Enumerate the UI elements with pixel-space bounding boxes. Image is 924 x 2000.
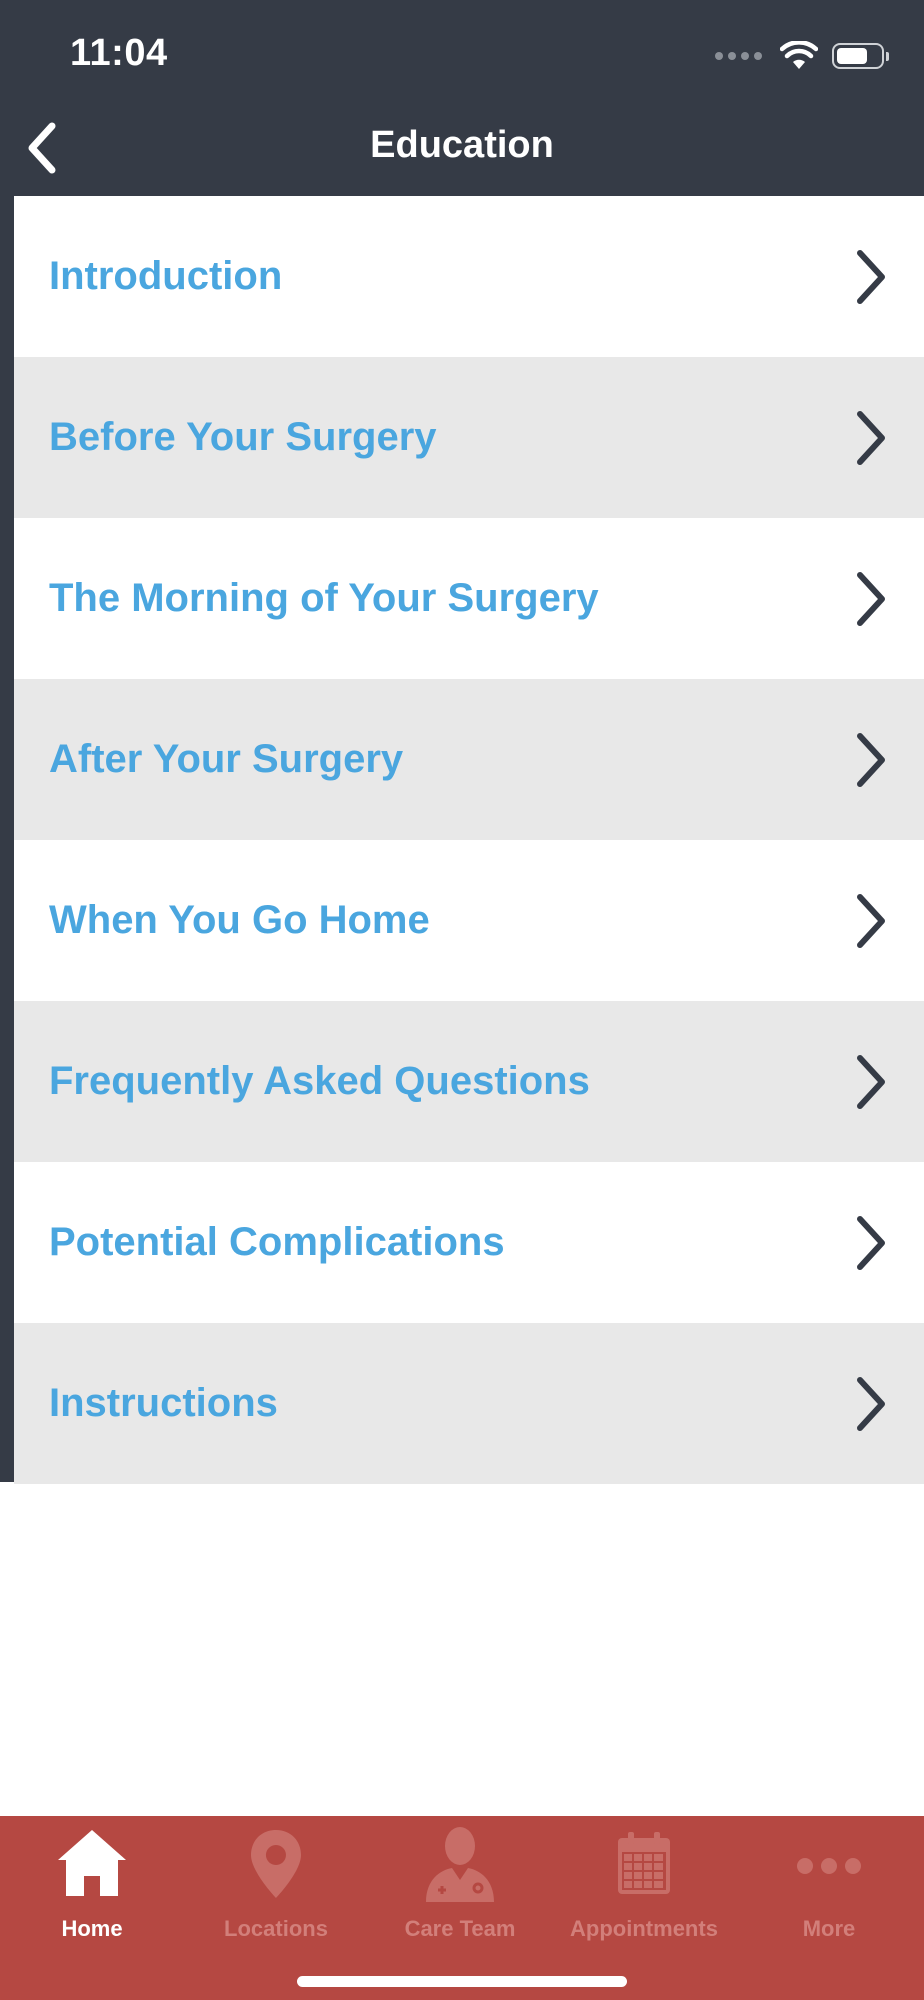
chevron-right-icon [857,893,885,948]
list-item-after-your-surgery[interactable]: After Your Surgery [14,679,924,840]
battery-level [837,48,867,64]
wifi-icon [780,41,818,69]
chevron-right-icon [857,1376,885,1431]
list-item-potential-complications[interactable]: Potential Complications [14,1162,924,1323]
list-item-when-you-go-home[interactable]: When You Go Home [14,840,924,1001]
chevron-right-icon [857,1215,885,1270]
tab-bar: Home Locations Care Team Appointments Mo… [0,1816,924,2000]
list-item-label: Frequently Asked Questions [49,1059,590,1103]
list-item-instructions[interactable]: Instructions [14,1323,924,1484]
doctor-icon [426,1827,494,1902]
map-pin-icon [251,1830,301,1898]
list-item-label: After Your Surgery [49,737,404,781]
tab-label: Appointments [570,1916,718,1941]
list-item-label: When You Go Home [49,898,430,942]
home-indicator[interactable] [297,1976,627,1987]
list-item-label: Instructions [49,1381,278,1425]
education-list: Introduction Before Your Surgery The Mor… [0,196,924,1484]
chevron-right-icon [857,732,885,787]
tab-home[interactable]: Home [0,1816,184,1956]
list-item-label: The Morning of Your Surgery [49,576,599,620]
more-dots-icon [797,1858,861,1874]
chevron-right-icon [857,249,885,304]
list-item-faq[interactable]: Frequently Asked Questions [14,1001,924,1162]
status-icons [715,38,889,74]
app-screen: 11:04 Education Introduction Before Your… [0,0,924,2000]
home-icon [58,1830,126,1896]
tab-label: Care Team [404,1916,516,1941]
tab-label: More [802,1916,856,1941]
tab-more[interactable]: More [737,1816,921,1956]
battery-icon [832,43,889,69]
page-title: Education [370,124,554,166]
header: 11:04 Education [0,0,924,196]
tab-care-team[interactable]: Care Team [368,1816,552,1956]
list-item-before-your-surgery[interactable]: Before Your Surgery [14,357,924,518]
left-accent-rail [0,196,14,1482]
tab-label: Locations [224,1916,328,1941]
chevron-right-icon [857,1054,885,1109]
status-time: 11:04 [70,32,168,74]
list-item-label: Introduction [49,254,283,298]
chevron-right-icon [857,571,885,626]
tab-appointments[interactable]: Appointments [552,1816,736,1956]
tab-locations[interactable]: Locations [184,1816,368,1956]
tab-label: Home [61,1916,123,1941]
chevron-right-icon [857,410,885,465]
signal-icon [715,52,762,60]
list-item-label: Potential Complications [49,1220,505,1264]
list-item-introduction[interactable]: Introduction [14,196,924,357]
calendar-icon [618,1832,670,1894]
list-item-morning-of-surgery[interactable]: The Morning of Your Surgery [14,518,924,679]
list-item-label: Before Your Surgery [49,415,437,459]
